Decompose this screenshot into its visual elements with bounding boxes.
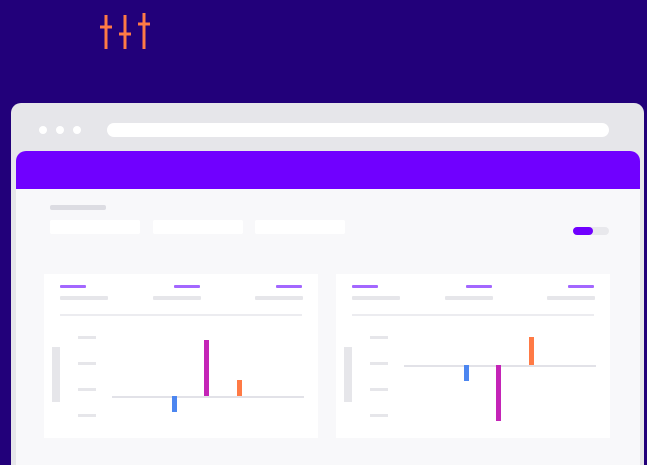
card-divider bbox=[60, 314, 302, 316]
app-viewport bbox=[16, 151, 640, 465]
card-divider bbox=[352, 314, 594, 316]
address-bar[interactable] bbox=[107, 123, 609, 137]
window-control-dot[interactable] bbox=[39, 126, 47, 134]
y-tick-placeholder bbox=[370, 336, 388, 339]
filter-field[interactable] bbox=[255, 220, 345, 234]
chart-bar-b[interactable] bbox=[496, 365, 501, 421]
y-axis-label-placeholder bbox=[52, 347, 60, 402]
page-title-placeholder bbox=[50, 205, 106, 210]
metric-label-bar bbox=[466, 285, 492, 288]
y-tick-placeholder bbox=[78, 414, 96, 417]
chart-bar-c[interactable] bbox=[529, 337, 534, 365]
y-tick-placeholder bbox=[370, 414, 388, 417]
chart-bar-a[interactable] bbox=[172, 396, 177, 412]
app-header bbox=[16, 151, 640, 189]
metric-value-placeholder bbox=[255, 296, 303, 300]
y-tick-placeholder bbox=[78, 336, 96, 339]
metric-value-placeholder bbox=[60, 296, 108, 300]
metric-label-bar bbox=[174, 285, 200, 288]
browser-window bbox=[11, 103, 644, 465]
chart-bar-a[interactable] bbox=[464, 365, 469, 381]
browser-chrome bbox=[11, 103, 644, 153]
view-toggle[interactable] bbox=[573, 227, 609, 235]
window-control-dot[interactable] bbox=[73, 126, 81, 134]
window-control-dot[interactable] bbox=[56, 126, 64, 134]
metric-value-placeholder bbox=[153, 296, 201, 300]
sliders-icon bbox=[100, 13, 150, 49]
chart-bar-c[interactable] bbox=[237, 380, 242, 396]
metric-label-bar bbox=[568, 285, 594, 288]
y-tick-placeholder bbox=[370, 388, 388, 391]
metric-value-placeholder bbox=[547, 296, 595, 300]
filter-field[interactable] bbox=[50, 220, 140, 234]
chart-bar-b[interactable] bbox=[204, 340, 209, 396]
metric-value-placeholder bbox=[445, 296, 493, 300]
y-tick-placeholder bbox=[78, 388, 96, 391]
y-axis-label-placeholder bbox=[344, 347, 352, 402]
toggle-knob bbox=[573, 227, 593, 235]
chart-card bbox=[44, 274, 318, 438]
y-tick-placeholder bbox=[370, 362, 388, 365]
chart-card bbox=[336, 274, 610, 438]
filter-field[interactable] bbox=[153, 220, 243, 234]
metric-value-placeholder bbox=[352, 296, 400, 300]
metric-label-bar bbox=[276, 285, 302, 288]
y-tick-placeholder bbox=[78, 362, 96, 365]
metric-label-bar bbox=[352, 285, 378, 288]
metric-label-bar bbox=[60, 285, 86, 288]
chart-baseline bbox=[112, 396, 304, 398]
